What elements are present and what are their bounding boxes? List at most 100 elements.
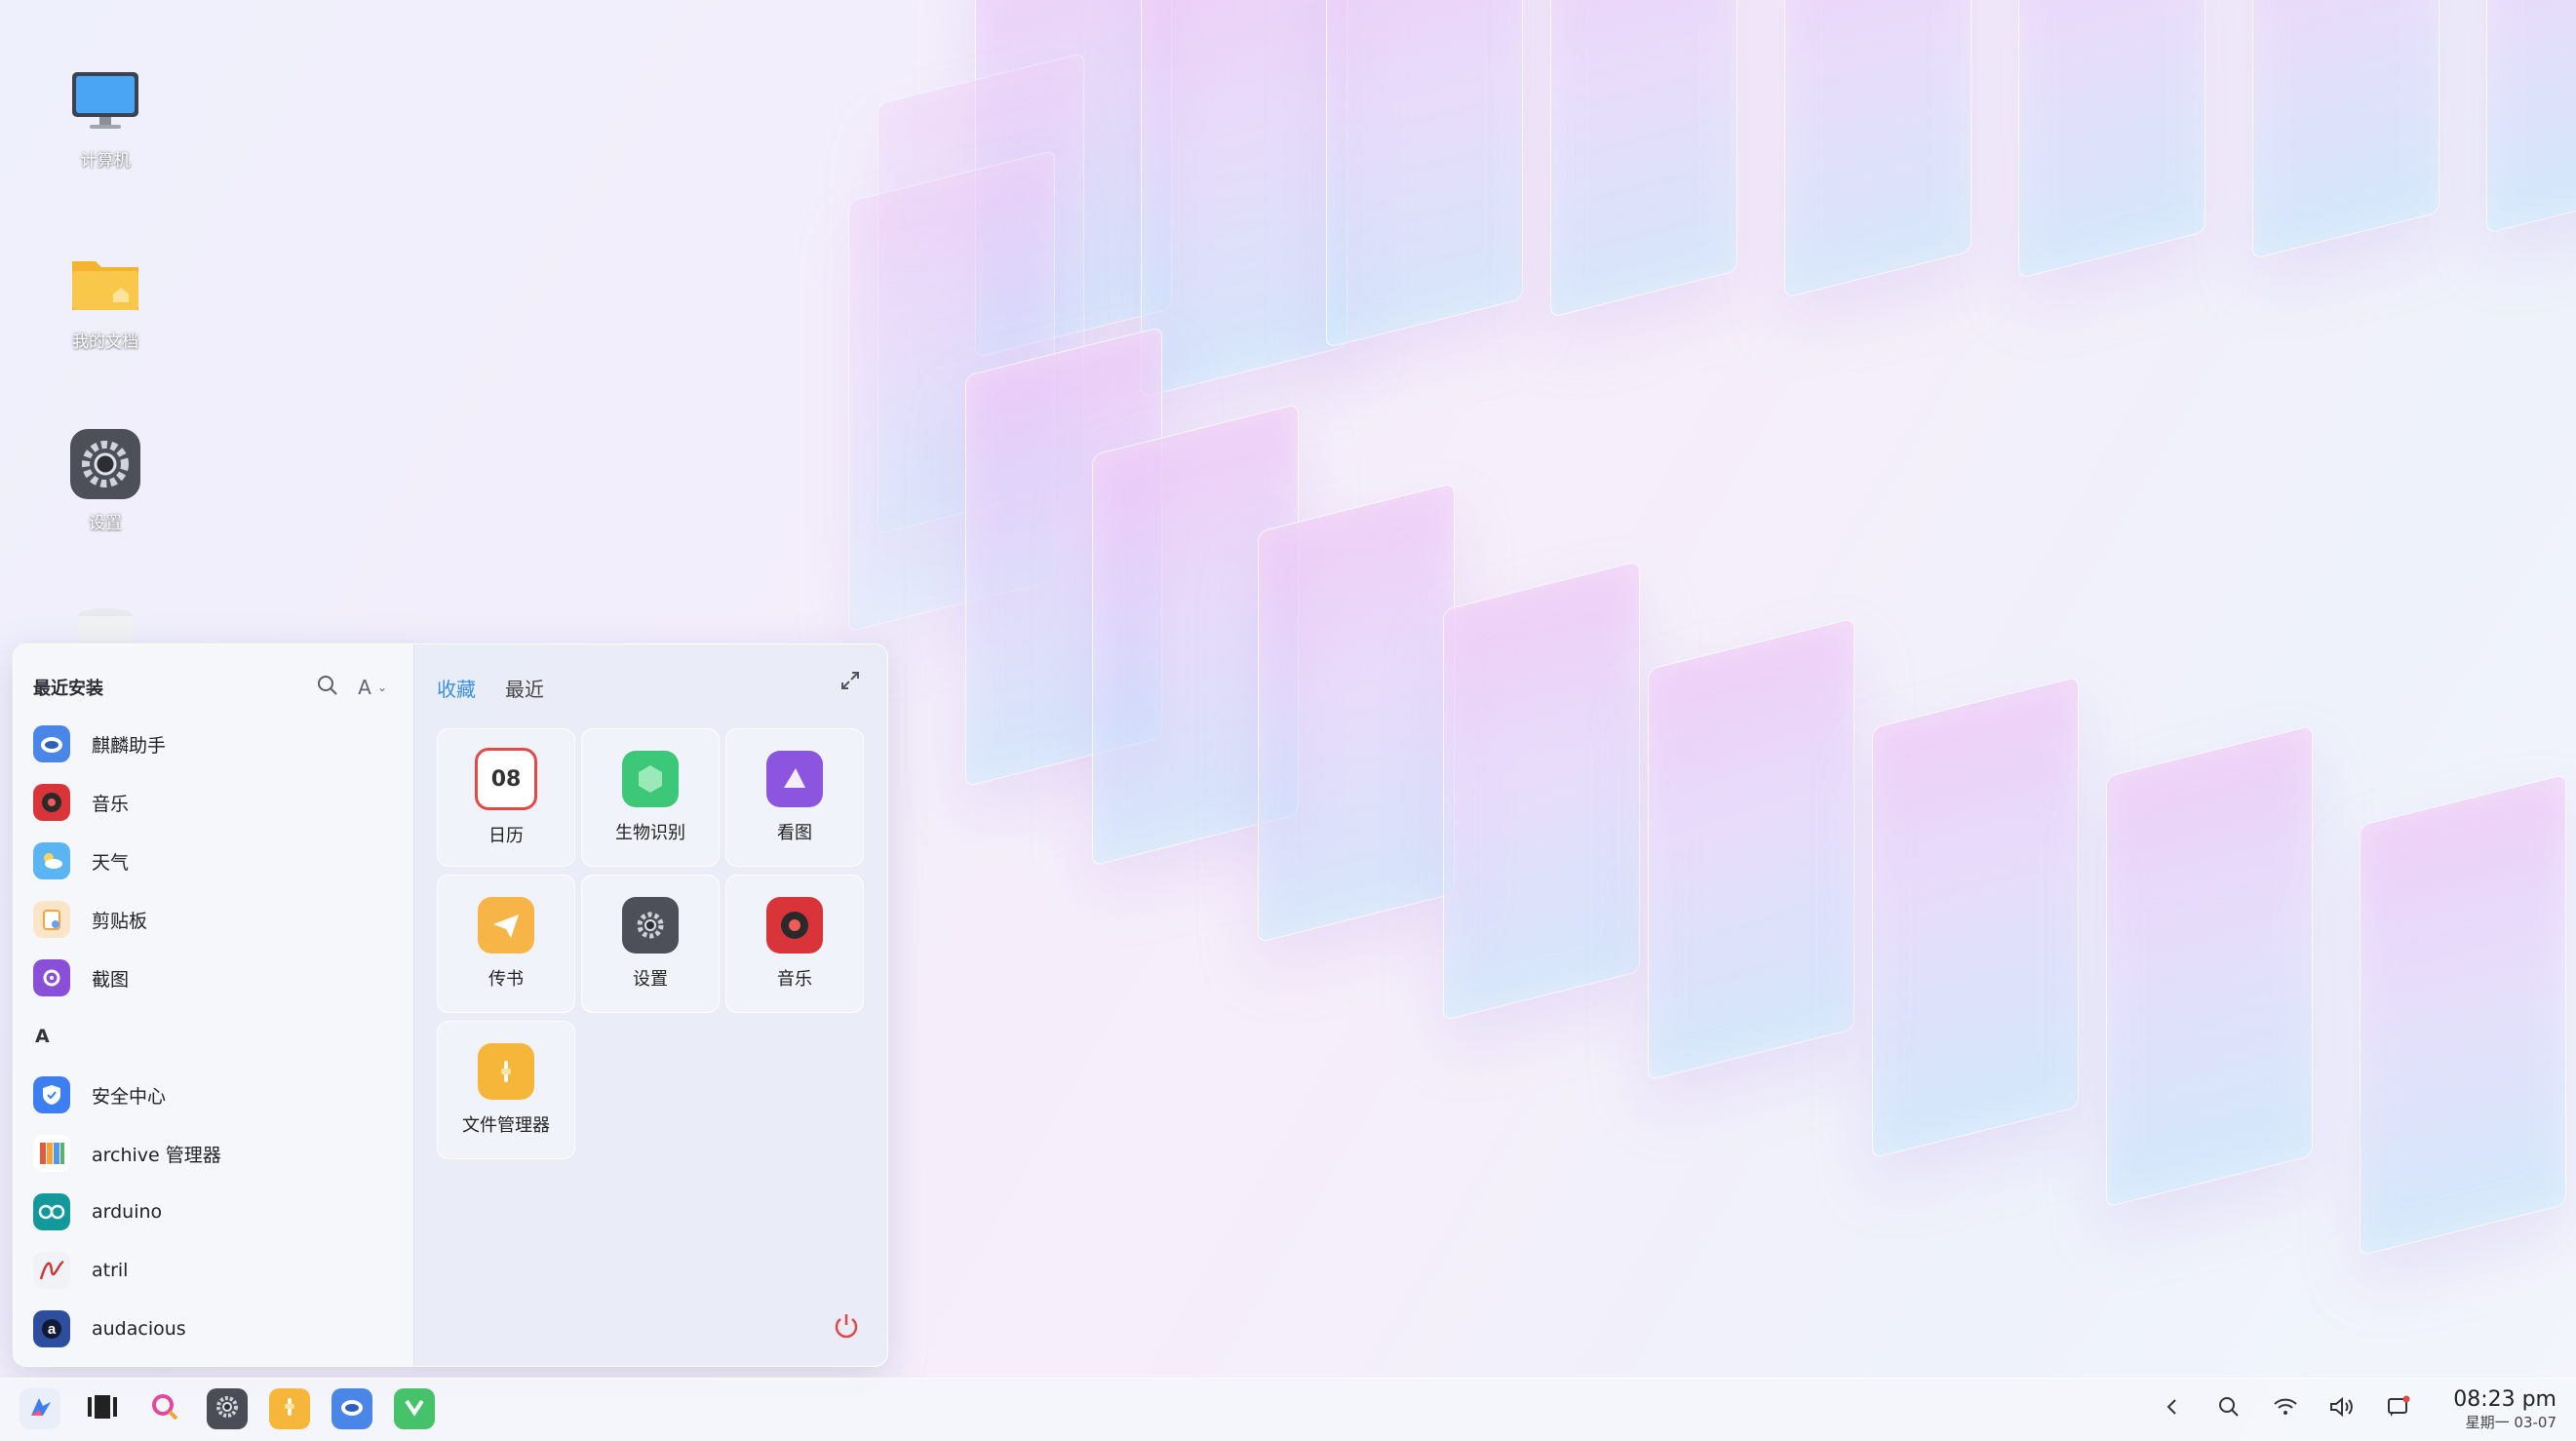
list-item[interactable]: 剪贴板 <box>33 890 404 949</box>
list-item[interactable]: arduino <box>33 1183 404 1241</box>
screenshot-icon <box>33 959 70 996</box>
settings-icon <box>622 897 679 954</box>
kylin-assistant-icon <box>33 725 70 762</box>
search-icon <box>2218 1396 2240 1423</box>
audacious-icon: a <box>33 1310 70 1347</box>
app-list-panel: 最近安装 A ⌄ 麒麟助手 音乐 天气 剪贴板 截图 A 安全中心 archiv… <box>14 644 414 1366</box>
clock[interactable]: 08:23 pm 星期一 03-07 <box>2453 1387 2556 1432</box>
tile-music[interactable]: 音乐 <box>725 875 864 1013</box>
letter-sort-button[interactable]: A ⌄ <box>345 670 400 705</box>
arduino-icon <box>33 1193 70 1230</box>
favorites-grid: 08 日历 生物识别 看图 传书 设置 音乐 文件管理器 <box>437 728 864 1159</box>
music-icon <box>33 784 70 821</box>
clock-time: 08:23 pm <box>2453 1387 2556 1412</box>
app-name: 音乐 <box>92 793 130 815</box>
favorites-panel: 收藏 最近 08 日历 生物识别 看图 传书 设置 音乐 文件管理器 <box>413 644 887 1366</box>
list-item[interactable]: a audacious <box>33 1300 404 1358</box>
tab-favorites[interactable]: 收藏 <box>437 674 476 702</box>
system-tray: 08:23 pm 星期一 03-07 <box>2157 1379 2556 1441</box>
start-menu-button[interactable] <box>20 1388 60 1429</box>
weather-icon <box>33 842 70 879</box>
notification-button[interactable] <box>2383 1394 2414 1425</box>
clipboard-icon <box>33 901 70 938</box>
list-item[interactable]: archive 管理器 <box>33 1124 404 1183</box>
kylin-assistant-icon <box>338 1393 366 1425</box>
tile-file-manager[interactable]: 文件管理器 <box>437 1021 575 1159</box>
search-app-icon <box>150 1392 179 1426</box>
tray-search-button[interactable] <box>2213 1394 2244 1425</box>
taskbar-file-manager-button[interactable] <box>269 1388 310 1429</box>
taskbar-settings-button[interactable] <box>207 1388 248 1429</box>
list-item[interactable]: 截图 <box>33 949 404 1007</box>
biometrics-icon <box>622 751 679 807</box>
power-button[interactable] <box>827 1309 866 1348</box>
list-item[interactable]: atril <box>33 1241 404 1300</box>
list-item[interactable]: 麒麟助手 <box>33 715 404 773</box>
tile-label: 文件管理器 <box>462 1115 550 1136</box>
multitask-view-icon <box>86 1392 119 1426</box>
atril-icon <box>33 1252 70 1289</box>
tile-biometrics[interactable]: 生物识别 <box>581 728 720 867</box>
search-button[interactable] <box>310 670 345 705</box>
letter-sort-label: A <box>358 676 371 699</box>
app-name: 截图 <box>92 968 130 991</box>
app-list: 麒麟助手 音乐 天气 剪贴板 截图 A 安全中心 archive 管理器 ard… <box>33 715 404 1358</box>
app-name: arduino <box>92 1201 163 1223</box>
desktop-icon-label: 我的文档 <box>72 332 138 352</box>
desktop-icon-label: 设置 <box>89 514 122 533</box>
list-item[interactable]: 音乐 <box>33 773 404 832</box>
taskbar-software-store-button[interactable] <box>394 1388 435 1429</box>
tray-expand-button[interactable] <box>2157 1394 2188 1425</box>
wifi-button[interactable] <box>2270 1394 2301 1425</box>
app-name: 麒麟助手 <box>92 734 167 757</box>
folder-icon <box>66 244 144 322</box>
file-manager-icon <box>277 1394 302 1424</box>
app-name: atril <box>92 1260 129 1281</box>
expand-icon <box>839 670 861 697</box>
archive-icon <box>33 1135 70 1172</box>
volume-button[interactable] <box>2326 1394 2358 1425</box>
security-center-icon <box>33 1076 70 1113</box>
tile-file-transfer[interactable]: 传书 <box>437 875 575 1013</box>
desktop-icon-label: 计算机 <box>80 151 131 171</box>
app-name: archive 管理器 <box>92 1144 221 1166</box>
calendar-day: 08 <box>490 766 522 792</box>
search-app-button[interactable] <box>144 1388 185 1429</box>
app-name: 天气 <box>92 851 130 874</box>
app-name: audacious <box>92 1318 186 1340</box>
app-name: 安全中心 <box>92 1085 167 1108</box>
taskbar-apps <box>20 1388 435 1429</box>
section-letter-a: A <box>35 1026 50 1047</box>
multitask-view-button[interactable] <box>82 1388 123 1429</box>
settings-icon <box>66 425 144 503</box>
chevron-down-icon: ⌄ <box>376 681 387 694</box>
desktop-icon-settings[interactable]: 设置 <box>47 425 164 533</box>
start-menu-icon <box>25 1392 55 1426</box>
search-icon <box>317 675 338 701</box>
tab-recent[interactable]: 最近 <box>505 674 544 702</box>
tile-label: 音乐 <box>777 969 812 990</box>
recent-installed-title: 最近安装 <box>33 679 103 699</box>
music-icon <box>766 897 823 954</box>
desktop-icon-computer[interactable]: 计算机 <box>47 62 164 171</box>
notification-icon <box>2386 1395 2411 1424</box>
svg-text:a: a <box>48 1321 57 1338</box>
list-item[interactable]: 安全中心 <box>33 1066 404 1124</box>
taskbar-kylin-assistant-button[interactable] <box>332 1388 372 1429</box>
app-list-header: 最近安装 A ⌄ <box>33 668 400 707</box>
tile-calendar[interactable]: 08 日历 <box>437 728 575 867</box>
power-icon <box>832 1311 861 1347</box>
start-menu: 最近安装 A ⌄ 麒麟助手 音乐 天气 剪贴板 截图 A 安全中心 archiv… <box>13 643 888 1367</box>
tile-label: 生物识别 <box>615 823 685 843</box>
wifi-icon <box>2273 1396 2298 1423</box>
desktop-icon-documents[interactable]: 我的文档 <box>47 244 164 352</box>
computer-icon <box>66 62 144 140</box>
file-manager-icon <box>478 1043 534 1100</box>
list-item[interactable]: 天气 <box>33 832 404 890</box>
calendar-icon: 08 <box>475 748 537 810</box>
image-viewer-icon <box>766 751 823 807</box>
tile-settings[interactable]: 设置 <box>581 875 720 1013</box>
expand-fullscreen-button[interactable] <box>833 666 868 701</box>
tile-image-viewer[interactable]: 看图 <box>725 728 864 867</box>
settings-icon <box>214 1393 241 1425</box>
